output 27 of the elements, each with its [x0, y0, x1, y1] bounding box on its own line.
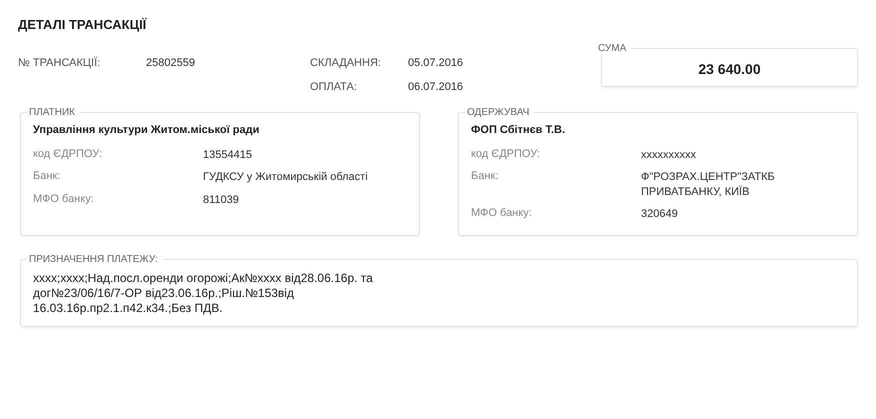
field-value: ГУДКСУ у Житомирській області: [203, 170, 369, 185]
box-legend: ОДЕРЖУВАЧ: [465, 107, 534, 118]
field-label: код ЄДРПОУ:: [471, 148, 542, 162]
field-label: ОПЛАТА:: [310, 81, 358, 93]
field-value: 811039: [203, 192, 240, 207]
party-name: Управління культури Житом.міської ради: [33, 124, 260, 136]
field-value: 05.07.2016: [408, 57, 464, 69]
field-label: Банк:: [471, 170, 500, 184]
box-legend: ПРИЗНАЧЕННЯ ПЛАТЕЖУ:: [27, 254, 163, 266]
field-label: СКЛАДАННЯ:: [310, 57, 382, 69]
box-legend: ПЛАТНИК: [27, 107, 80, 118]
field-label: код ЄДРПОУ:: [33, 148, 104, 162]
field-label: МФО банку:: [33, 192, 95, 207]
field-value: Ф"РОЗРАХ.ЦЕНТР"ЗАТКБ ПРИВАТБАНКУ, КИЇВ: [641, 170, 776, 199]
field-value: xxxxxxxxxx: [641, 148, 697, 162]
sum-amount: 23 640.00: [698, 61, 761, 77]
box-legend: СУМА: [596, 43, 632, 54]
field-label: № ТРАНСАКЦІЇ:: [18, 57, 102, 69]
field-label: Банк:: [33, 170, 62, 184]
page-title: ДЕТАЛІ ТРАНСАКЦІЇ: [18, 17, 148, 32]
field-label: МФО банку:: [471, 206, 533, 221]
field-value: 13554415: [203, 148, 253, 162]
field-value: 06.07.2016: [408, 81, 464, 93]
field-value: 25802559: [146, 57, 196, 69]
purpose-text: xxxx;xxxx;Над.посл.оренди огорожі;Ак№xxxx від28.06.16р. та дог№23/06/16/7-ОР від23.06.16р.;Ріш.№153від 16.03.16р.пр2.1.п42.к34.;Без ПДВ.: [33, 271, 374, 316]
field-value: 320649: [641, 206, 679, 222]
party-name: ФОП Сбітнєв Т.В.: [471, 124, 566, 136]
